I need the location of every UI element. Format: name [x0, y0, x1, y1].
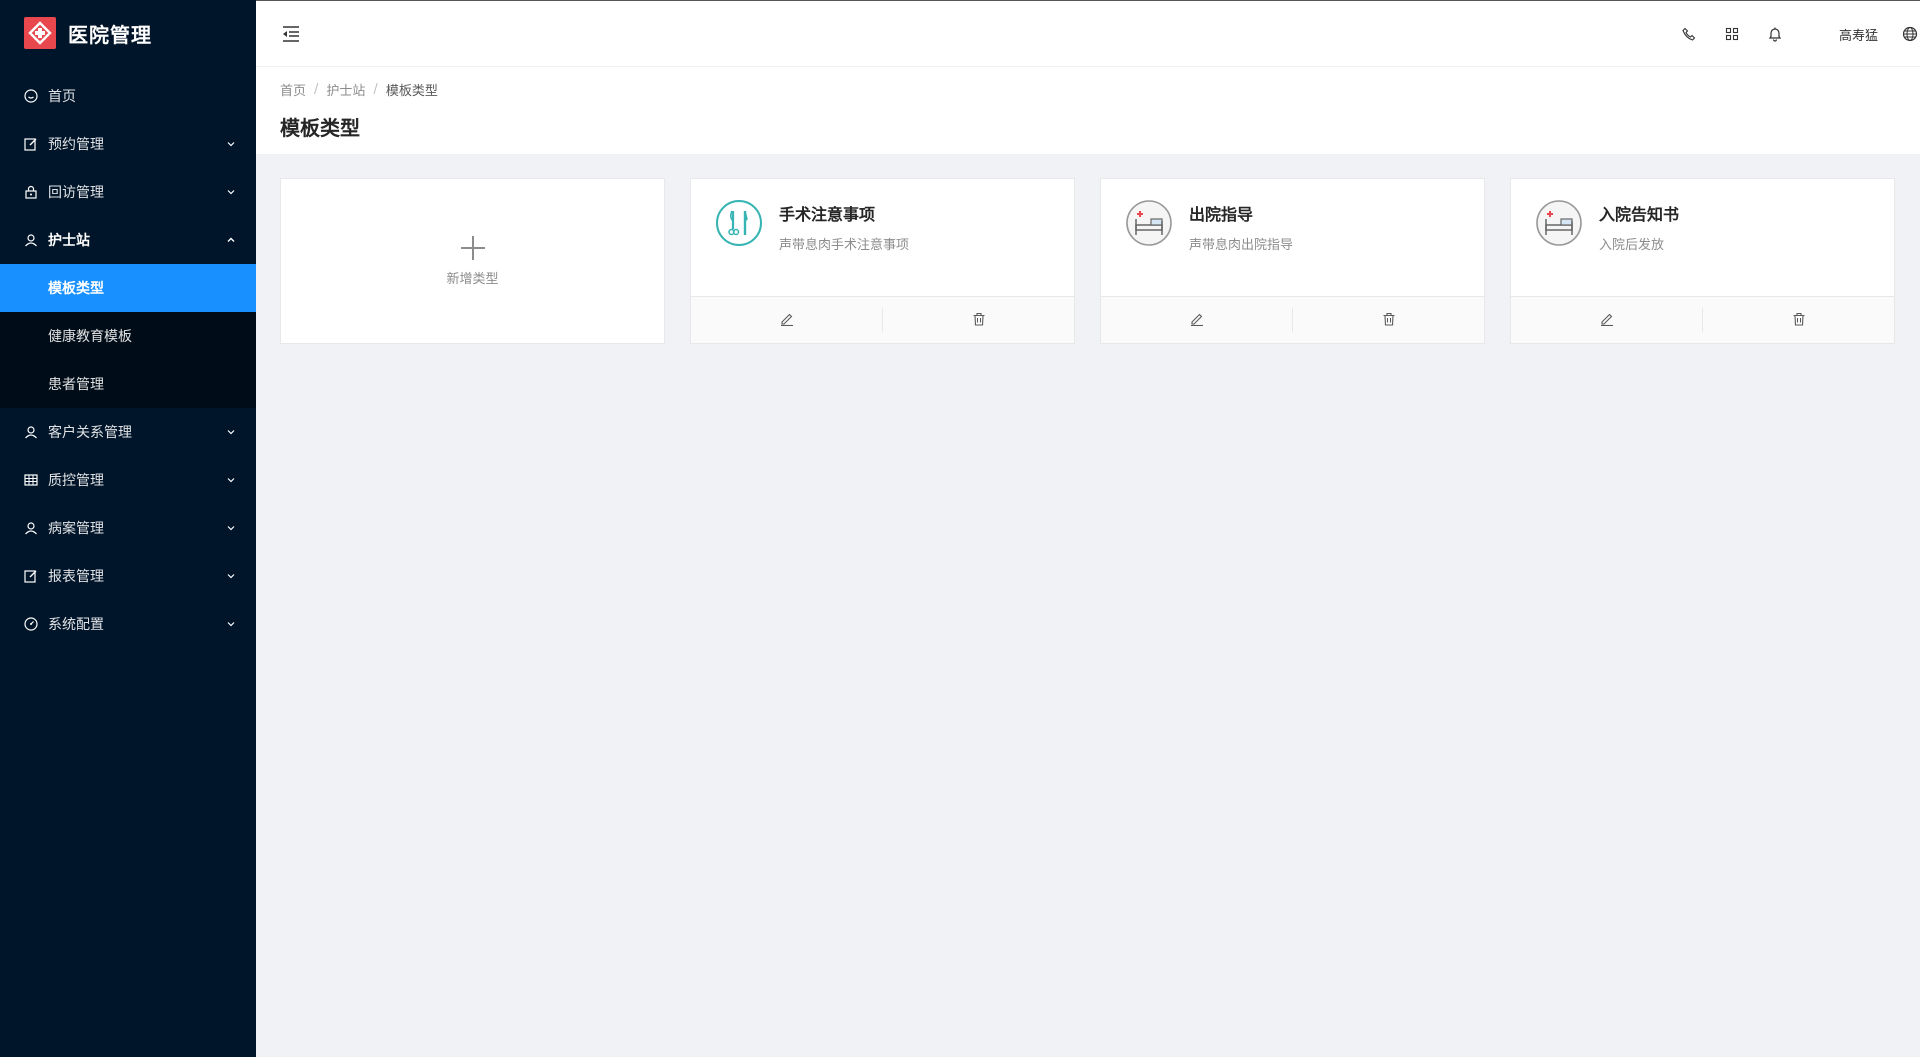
- lock-icon: [24, 185, 38, 199]
- card-body: 入院告知书 入院后发放: [1511, 179, 1894, 296]
- add-type-label: 新增类型: [446, 271, 499, 287]
- edit-icon: [780, 311, 794, 330]
- sidebar-item-label: 系统配置: [48, 617, 104, 633]
- bell-icon[interactable]: [1767, 26, 1783, 42]
- card-description: 声带息肉出院指导: [1189, 238, 1294, 253]
- sidebar-item-label: 病案管理: [48, 521, 104, 537]
- card-title: 入院告知书: [1599, 205, 1680, 224]
- sidebar-subitem-template-types[interactable]: 模板类型: [0, 264, 256, 312]
- sidebar-item-label: 质控管理: [48, 473, 104, 489]
- breadcrumb: 首页 / 护士站 / 模板类型: [280, 80, 1896, 99]
- sidebar-subitem-patient-management[interactable]: 患者管理: [0, 360, 256, 408]
- page-header: 首页 / 护士站 / 模板类型 模板类型: [256, 66, 1920, 154]
- breadcrumb-separator: /: [373, 82, 378, 97]
- delete-icon: [1792, 311, 1806, 330]
- top-header: 高寿猛: [256, 0, 1920, 66]
- phone-icon[interactable]: [1681, 26, 1697, 42]
- user-icon: [24, 425, 38, 439]
- breadcrumb-current: 模板类型: [385, 84, 438, 99]
- sidebar-item-reports[interactable]: 报表管理: [0, 552, 256, 600]
- sidebar-item-label: 报表管理: [48, 569, 104, 585]
- sidebar-item-followup[interactable]: 回访管理: [0, 168, 256, 216]
- hospital-bed-icon: [1125, 199, 1173, 247]
- card-title: 手术注意事项: [779, 205, 876, 224]
- card-body: 出院指导 声带息肉出院指导: [1101, 179, 1484, 296]
- sidebar-item-medical-records[interactable]: 病案管理: [0, 504, 256, 552]
- template-card: 出院指导 声带息肉出院指导: [1100, 178, 1485, 344]
- side-menu: 首页 预约管理 回访管理 护士站 模板类型 健康教育模板 患者管理 客户关系管理…: [0, 72, 256, 648]
- chevron-up-icon: [226, 235, 236, 245]
- sidebar-item-label: 首页: [48, 89, 76, 105]
- hospital-bed-icon: [1535, 199, 1583, 247]
- template-card: 手术注意事项 声带息肉手术注意事项: [690, 178, 1075, 344]
- card-description: 入院后发放: [1599, 238, 1665, 253]
- dashboard-icon: [24, 89, 38, 103]
- edit-form-icon: [24, 137, 38, 151]
- delete-button[interactable]: [1703, 297, 1894, 343]
- card-title: 出院指导: [1189, 205, 1254, 224]
- card-body: 手术注意事项 声带息肉手术注意事项: [691, 179, 1074, 296]
- hospital-logo-icon: [24, 17, 56, 49]
- plus-icon: [460, 235, 485, 260]
- chevron-down-icon: [226, 571, 236, 581]
- sidebar: 医院管理 首页 预约管理 回访管理 护士站 模板类型 健康教育模板 患者管理 客…: [0, 0, 256, 1057]
- delete-button[interactable]: [1293, 297, 1484, 343]
- add-type-card[interactable]: 新增类型: [280, 178, 665, 344]
- surgery-tools-icon: [715, 199, 763, 247]
- chevron-down-icon: [226, 475, 236, 485]
- delete-icon: [1382, 311, 1396, 330]
- edit-icon: [1600, 311, 1614, 330]
- edit-form-icon: [24, 569, 38, 583]
- sidebar-item-crm[interactable]: 客户关系管理: [0, 408, 256, 456]
- breadcrumb-nurse-station[interactable]: 护士站: [326, 80, 365, 99]
- sidebar-item-quality-control[interactable]: 质控管理: [0, 456, 256, 504]
- sidebar-item-label: 预约管理: [48, 137, 104, 153]
- sidebar-item-label: 护士站: [48, 233, 90, 249]
- card-actions: [1101, 296, 1484, 343]
- user-icon: [24, 233, 38, 247]
- logo[interactable]: 医院管理: [0, 0, 256, 66]
- edit-icon: [1190, 311, 1204, 330]
- sidebar-item-nurse-station[interactable]: 护士站: [0, 216, 256, 264]
- breadcrumb-separator: /: [314, 82, 319, 97]
- apps-icon[interactable]: [1724, 26, 1740, 42]
- delete-button[interactable]: [883, 297, 1074, 343]
- page-title: 模板类型: [280, 116, 360, 140]
- template-type-cards: 新增类型 手术注意事项 声带息肉手术注意事项 出院指导 声带息肉出院指导 入院告…: [280, 178, 1896, 344]
- edit-button[interactable]: [1511, 297, 1702, 343]
- sidebar-item-label: 回访管理: [48, 185, 104, 201]
- sidebar-item-system-config[interactable]: 系统配置: [0, 600, 256, 648]
- edit-button[interactable]: [691, 297, 882, 343]
- app-title: 医院管理: [68, 22, 152, 47]
- user-icon: [24, 521, 38, 535]
- sidebar-subitem-health-education[interactable]: 健康教育模板: [0, 312, 256, 360]
- chevron-down-icon: [226, 427, 236, 437]
- chevron-down-icon: [226, 619, 236, 629]
- template-card: 入院告知书 入院后发放: [1510, 178, 1895, 344]
- chevron-down-icon: [226, 523, 236, 533]
- sidebar-item-label: 客户关系管理: [48, 425, 132, 441]
- sidebar-item-appointments[interactable]: 预约管理: [0, 120, 256, 168]
- sidebar-item-home[interactable]: 首页: [0, 72, 256, 120]
- header-actions: 高寿猛: [1681, 1, 1920, 67]
- edit-button[interactable]: [1101, 297, 1292, 343]
- menu-fold-icon[interactable]: [280, 23, 302, 45]
- delete-icon: [972, 311, 986, 330]
- breadcrumb-home[interactable]: 首页: [280, 80, 306, 99]
- chevron-down-icon: [226, 187, 236, 197]
- globe-icon[interactable]: [1902, 26, 1918, 42]
- table-icon: [24, 473, 38, 487]
- card-actions: [691, 296, 1074, 343]
- gauge-icon: [24, 617, 38, 631]
- user-name[interactable]: 高寿猛: [1839, 25, 1878, 44]
- card-actions: [1511, 296, 1894, 343]
- card-description: 声带息肉手术注意事项: [779, 238, 910, 253]
- chevron-down-icon: [226, 139, 236, 149]
- nurse-station-submenu: 模板类型 健康教育模板 患者管理: [0, 264, 256, 408]
